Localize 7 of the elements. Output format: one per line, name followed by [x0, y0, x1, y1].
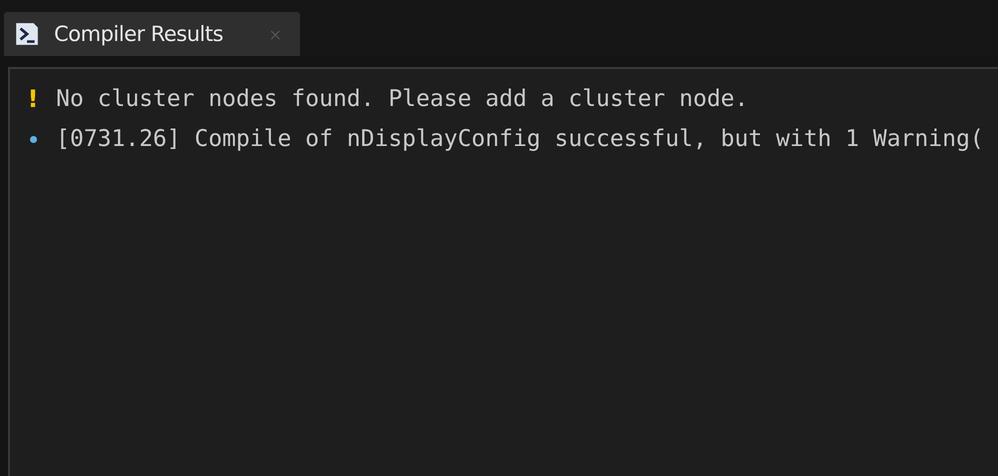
- terminal-icon: [14, 21, 40, 47]
- dot-icon: [30, 136, 36, 142]
- tab-label: Compiler Results: [54, 22, 224, 46]
- log-message: No cluster nodes found. Please add a cluster node.: [56, 86, 748, 112]
- warning-icon: !: [28, 85, 38, 113]
- log-message: [0731.26] Compile of nDisplayConfig successful, but with 1 Warning(: [56, 126, 984, 152]
- tab[interactable]: Compiler Results ×: [4, 12, 300, 56]
